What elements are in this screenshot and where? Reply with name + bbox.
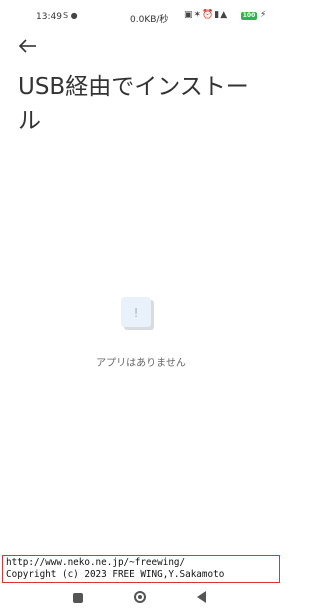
status-bar: 13:49 S ● 0.0KB/秒 ▣✶⏰▮▲ 100 ⚡ <box>0 0 282 34</box>
s-icon: S <box>63 11 69 20</box>
mic-icon: ● <box>70 11 78 20</box>
page-title: USB経由でインストール <box>18 74 249 134</box>
system-icons: ▣✶⏰▮▲ <box>184 10 228 20</box>
home-button[interactable] <box>134 591 146 603</box>
empty-state-message: アプリはありません <box>96 358 186 369</box>
back-button[interactable] <box>16 34 44 58</box>
alarm-icon: ⏰ <box>202 10 215 20</box>
watermark: http://www.neko.ne.jp/~freewing/ Copyrig… <box>2 555 280 583</box>
arrow-left-icon <box>18 39 36 53</box>
watermark-copyright: Copyright (c) 2023 FREE WING,Y.Sakamoto <box>6 569 225 580</box>
watermark-url: http://www.neko.ne.jp/~freewing/ <box>6 557 186 568</box>
nav-back-button[interactable] <box>197 591 206 603</box>
charging-icon: ⚡ <box>260 10 267 20</box>
status-time: 13:49 <box>36 12 62 22</box>
notification-icons: S ● <box>63 11 78 20</box>
nfc-icon: ▣ <box>184 10 194 20</box>
empty-state-icon: ! <box>121 297 155 331</box>
network-speed: 0.0KB/秒 <box>130 15 169 25</box>
navigation-bar <box>0 584 282 612</box>
wifi-icon: ▲ <box>220 10 229 20</box>
battery-icon: 100 <box>241 12 257 20</box>
exclamation-icon: ! <box>134 306 139 320</box>
bluetooth-icon: ✶ <box>193 10 203 20</box>
recents-button[interactable] <box>73 593 83 603</box>
